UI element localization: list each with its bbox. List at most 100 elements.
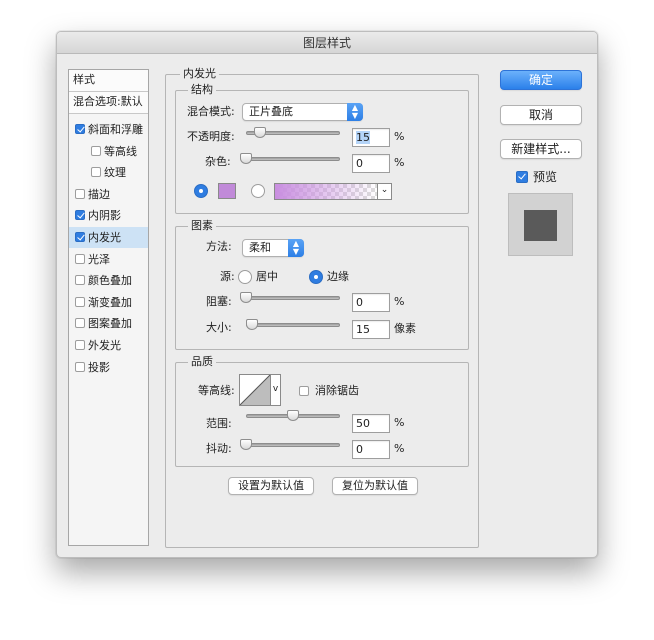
contour-linear-icon [240, 375, 270, 405]
style-item[interactable]: 外发光 [69, 335, 148, 356]
contour-label: 等高线: [198, 384, 235, 397]
blend-mode-select[interactable]: 正片叠底 ▲ ▼ [242, 103, 363, 121]
style-item-label: 纹理 [104, 166, 126, 180]
noise-input[interactable]: 0 [352, 154, 390, 173]
source-center-radio[interactable] [238, 270, 252, 284]
blend-options-item[interactable]: 混合选项:默认 [69, 92, 148, 114]
source-edge-label: 边缘 [327, 270, 349, 283]
size-slider[interactable] [245, 318, 340, 332]
range-value: 50 [356, 417, 370, 430]
style-list-header[interactable]: 样式 [69, 70, 148, 92]
size-input[interactable]: 15 [352, 320, 390, 339]
choke-percent: % [394, 295, 405, 308]
choke-slider-thumb[interactable] [240, 292, 252, 303]
noise-slider-thumb[interactable] [240, 153, 252, 164]
checkbox-icon[interactable] [75, 275, 85, 286]
gradient-dropdown-chevron-icon[interactable]: ⌄ [378, 183, 392, 200]
inner-glow-panel: 内发光 结构 混合模式: 正片叠底 ▲ ▼ 不透明度: 15 % 杂色: 0 %… [165, 67, 479, 548]
elements-title: 图素 [188, 219, 216, 233]
range-percent: % [394, 416, 405, 429]
checkbox-icon[interactable] [75, 361, 85, 372]
jitter-input[interactable]: 0 [352, 440, 390, 459]
choke-label: 阻塞: [206, 295, 232, 308]
preview-swatch [524, 210, 557, 241]
noise-slider-track [246, 157, 340, 161]
size-slider-track [246, 323, 340, 327]
style-item[interactable]: 等高线 [69, 141, 148, 162]
style-item[interactable]: 内阴影 [69, 205, 148, 226]
style-item[interactable]: 内发光 [69, 227, 148, 248]
style-item-label: 等高线 [104, 144, 137, 158]
checkbox-checked-icon[interactable] [75, 232, 85, 242]
opacity-slider-thumb[interactable] [254, 127, 267, 138]
range-slider[interactable] [246, 409, 340, 423]
style-item[interactable]: 颜色叠加 [69, 270, 148, 291]
blend-mode-value: 正片叠底 [249, 105, 293, 118]
preview-thumbnail [508, 193, 573, 256]
noise-value: 0 [356, 157, 363, 170]
reset-default-button[interactable]: 复位为默认值 [332, 477, 418, 495]
cancel-button[interactable]: 取消 [500, 105, 582, 125]
choke-slider[interactable] [240, 291, 340, 305]
source-edge-radio[interactable] [309, 270, 323, 284]
jitter-slider-thumb[interactable] [240, 439, 252, 450]
contour-chevron-icon[interactable]: v [271, 374, 281, 406]
style-item[interactable]: 图案叠加 [69, 313, 148, 334]
gradient-swatch[interactable] [274, 183, 378, 200]
opacity-label: 不透明度: [187, 130, 235, 143]
opacity-percent: % [394, 130, 405, 143]
choke-input[interactable]: 0 [352, 293, 390, 312]
range-input[interactable]: 50 [352, 414, 390, 433]
style-item-label: 图案叠加 [88, 317, 132, 331]
ok-button[interactable]: 确定 [500, 70, 582, 90]
jitter-percent: % [394, 442, 405, 455]
checkbox-icon[interactable] [75, 296, 85, 307]
style-item-label: 颜色叠加 [88, 274, 132, 288]
gradient-radio[interactable] [251, 184, 265, 198]
jitter-slider[interactable] [240, 438, 340, 452]
style-item-label: 光泽 [88, 252, 110, 266]
contour-preview[interactable] [239, 374, 271, 406]
noise-label: 杂色: [205, 155, 231, 168]
checkbox-icon[interactable] [91, 167, 101, 178]
style-item[interactable]: 纹理 [69, 162, 148, 183]
style-list: 样式 混合选项:默认 斜面和浮雕等高线纹理描边内阴影内发光光泽颜色叠加渐变叠加图… [68, 69, 149, 546]
color-swatch[interactable] [218, 183, 236, 199]
jitter-value: 0 [356, 443, 363, 456]
style-item[interactable]: 斜面和浮雕 [69, 119, 148, 140]
blend-mode-label: 混合模式: [187, 105, 235, 118]
checkbox-icon[interactable] [75, 188, 85, 199]
style-item[interactable]: 光泽 [69, 249, 148, 270]
size-slider-thumb[interactable] [245, 319, 258, 330]
window-title: 图层样式 [57, 32, 597, 54]
technique-select[interactable]: 柔和 ▲ ▼ [242, 239, 304, 257]
style-item[interactable]: 渐变叠加 [69, 292, 148, 313]
color-radio[interactable] [194, 184, 208, 198]
range-label: 范围: [206, 417, 232, 430]
style-item-label: 渐变叠加 [88, 295, 132, 309]
antialias-checkbox[interactable] [299, 385, 312, 398]
checkbox-icon[interactable] [75, 318, 85, 329]
style-item[interactable]: 描边 [69, 184, 148, 205]
checkbox-checked-icon[interactable] [75, 124, 85, 134]
style-item-label: 内发光 [88, 231, 121, 244]
opacity-slider[interactable] [246, 126, 340, 140]
opacity-value: 15 [356, 131, 370, 144]
structure-group: 结构 混合模式: 正片叠底 ▲ ▼ 不透明度: 15 % 杂色: 0 % ⌄ [175, 83, 469, 214]
make-default-button[interactable]: 设置为默认值 [228, 477, 314, 495]
checkbox-icon[interactable] [91, 145, 101, 156]
checkbox-icon[interactable] [75, 253, 85, 264]
style-item-label: 斜面和浮雕 [88, 123, 143, 136]
range-slider-thumb[interactable] [287, 410, 299, 421]
new-style-button[interactable]: 新建样式... [500, 139, 582, 159]
choke-slider-track [246, 296, 340, 300]
style-item-label: 内阴影 [88, 209, 121, 223]
size-value: 15 [356, 323, 370, 336]
checkbox-checked-icon[interactable] [75, 210, 85, 221]
source-center-label: 居中 [256, 270, 278, 283]
opacity-input[interactable]: 15 [352, 128, 390, 147]
style-item[interactable]: 投影 [69, 357, 148, 378]
preview-checkbox[interactable] [516, 171, 531, 185]
checkbox-icon[interactable] [75, 340, 85, 350]
noise-slider[interactable] [240, 152, 340, 166]
